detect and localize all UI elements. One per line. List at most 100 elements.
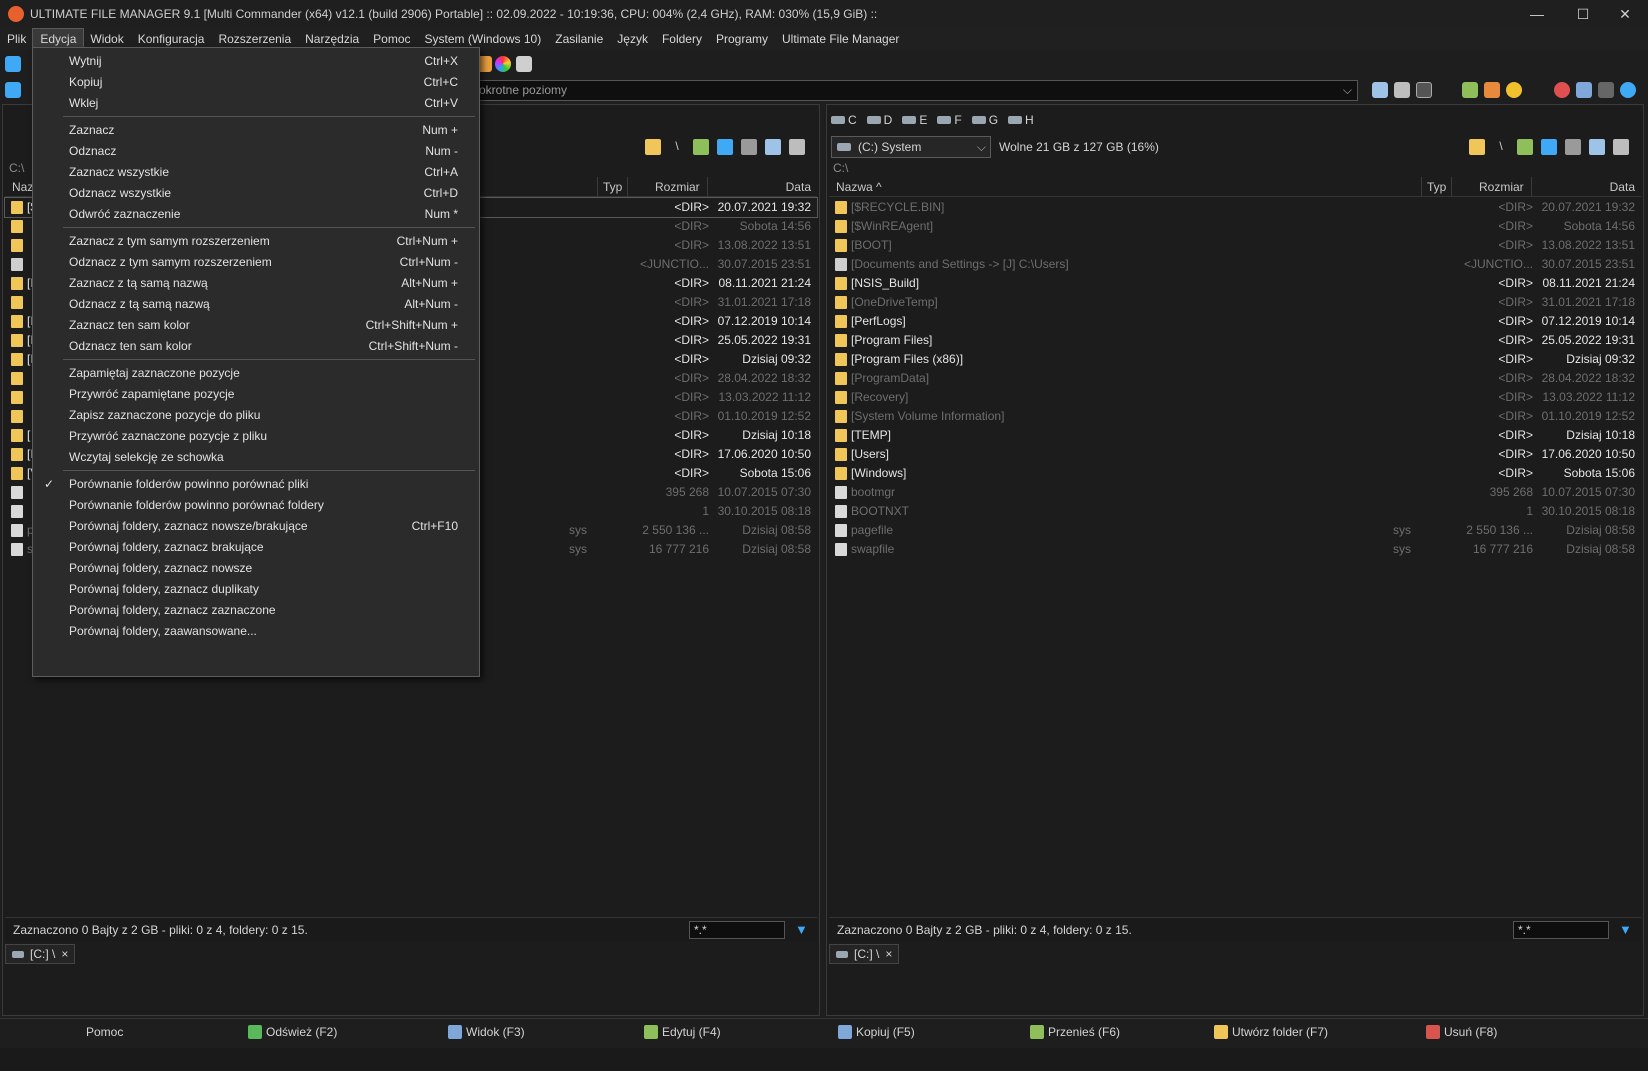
file-row[interactable]: [NSIS_Build] <DIR> 08.11.2021 21:24 xyxy=(829,274,1641,293)
col-size[interactable]: Rozmiar xyxy=(655,180,700,194)
fn-button-utworz-folder-f7[interactable]: Utwórz folder (F7) xyxy=(1214,1025,1328,1039)
menu-item-wklej[interactable]: Wklej Ctrl+V xyxy=(34,92,478,114)
menu-item-wczytaj-selekcje-ze-schowka[interactable]: Wczytaj selekcję ze schowka xyxy=(34,446,478,468)
file-row[interactable]: [Documents and Settings -> [J] C:\Users]… xyxy=(829,255,1641,274)
warning-icon[interactable] xyxy=(1506,82,1522,98)
col-name[interactable]: Nazwa ^ xyxy=(836,180,882,194)
menu-item-odwroc-zaznaczenie[interactable]: Odwróć zaznaczenie Num * xyxy=(34,203,478,225)
menu-zasilanie[interactable]: Zasilanie xyxy=(548,29,610,49)
menu-item-odznacz-z-tym-samym-rozszerzeniem[interactable]: Odznacz z tym samym rozszerzeniem Ctrl+Nu… xyxy=(34,251,478,273)
menu-item-zapisz-zaznaczone-pozycje-do-pliku[interactable]: Zapisz zaznaczone pozycje do pliku xyxy=(34,404,478,426)
menu-item-zaznacz[interactable]: Zaznacz Num + xyxy=(34,119,478,141)
filter-input[interactable]: *.* xyxy=(689,921,785,939)
up-folder-icon[interactable] xyxy=(693,139,709,155)
view-icon[interactable] xyxy=(1589,139,1605,155)
drive-button-d[interactable]: D xyxy=(866,113,892,127)
col-date[interactable]: Data xyxy=(1610,180,1635,194)
tab-c-drive[interactable]: [C:] \ × xyxy=(829,944,900,964)
refresh-icon[interactable] xyxy=(5,56,21,72)
users-icon[interactable] xyxy=(1576,82,1592,98)
menu-item-porownaj-foldery-zaznacz-zaznaczone[interactable]: Porównaj foldery, zaznacz zaznaczone xyxy=(34,599,478,621)
tools-icon[interactable] xyxy=(1565,139,1581,155)
file-row[interactable]: swapfile sys 16 777 216 Dzisiaj 08:58 xyxy=(829,540,1641,559)
drive-button-e[interactable]: E xyxy=(902,113,927,127)
sync-icon[interactable] xyxy=(1620,82,1636,98)
bookmark-icon[interactable] xyxy=(1613,139,1629,155)
close-icon[interactable]: × xyxy=(885,947,892,961)
menu-widok[interactable]: Widok xyxy=(83,29,130,49)
col-type[interactable]: Typ xyxy=(603,180,622,194)
menu-item-porownaj-foldery-zaznacz-brakujace[interactable]: Porównaj foldery, zaznacz brakujące xyxy=(34,536,478,558)
layout-icon[interactable] xyxy=(1372,82,1388,98)
menu-item-porownaj-foldery-zaznacz-nowsze-brakujace[interactable]: Porównaj foldery, zaznacz nowsze/brakują… xyxy=(34,515,478,537)
drive-select[interactable]: (C:) System ⌵ xyxy=(831,136,991,158)
menu-item-kopiuj[interactable]: Kopiuj Ctrl+C xyxy=(34,71,478,93)
filter-icon[interactable]: ▼ xyxy=(795,922,809,937)
menu-item-zaznacz-wszystkie[interactable]: Zaznacz wszystkie Ctrl+A xyxy=(34,161,478,183)
refresh-icon[interactable] xyxy=(1541,139,1557,155)
menu-rozszerzenia[interactable]: Rozszerzenia xyxy=(211,29,298,49)
pack-icon[interactable] xyxy=(1484,82,1500,98)
fn-button-pomoc[interactable]: Pomoc xyxy=(86,1025,123,1039)
menu-edycja[interactable]: Edycja xyxy=(32,28,85,50)
file-row[interactable]: [PerfLogs] <DIR> 07.12.2019 10:14 xyxy=(829,312,1641,331)
drive-button-h[interactable]: H xyxy=(1008,113,1034,127)
root-icon[interactable]: \ xyxy=(1493,139,1509,155)
menu-jezyk[interactable]: Język xyxy=(610,29,655,49)
menu-item-odznacz[interactable]: Odznacz Num - xyxy=(34,140,478,162)
menu-item-zaznacz-ten-sam-kolor[interactable]: Zaznacz ten sam kolor Ctrl+Shift+Num + xyxy=(34,314,478,336)
close-button[interactable]: ✕ xyxy=(1602,0,1648,28)
tab-c-drive[interactable]: [C:] \ × xyxy=(5,944,76,964)
menu-item-odznacz-z-ta-sama-nazwa[interactable]: Odznacz z tą samą nazwą Alt+Num - xyxy=(34,293,478,315)
file-row[interactable]: [Program Files (x86)] <DIR> Dzisiaj 09:32 xyxy=(829,350,1641,369)
edit-file-icon[interactable] xyxy=(1462,82,1478,98)
drive-button-g[interactable]: G xyxy=(971,113,998,127)
back-icon[interactable] xyxy=(5,82,21,98)
minimize-button[interactable]: — xyxy=(1514,0,1560,28)
menu-system-windows-10[interactable]: System (Windows 10) xyxy=(418,29,549,49)
tree-icon[interactable] xyxy=(1469,139,1485,155)
bookmark-icon[interactable] xyxy=(789,139,805,155)
menu-programy[interactable]: Programy xyxy=(709,29,775,49)
notepad-icon[interactable] xyxy=(1394,82,1410,98)
drive-button-c[interactable]: C xyxy=(831,113,857,127)
menu-foldery[interactable]: Foldery xyxy=(655,29,709,49)
col-name[interactable]: Naz xyxy=(12,180,33,194)
col-size[interactable]: Rozmiar xyxy=(1479,180,1524,194)
menu-item-zaznacz-z-ta-sama-nazwa[interactable]: Zaznacz z tą samą nazwą Alt+Num + xyxy=(34,272,478,294)
file-row[interactable]: [$WinREAgent] <DIR> Sobota 14:56 xyxy=(829,217,1641,236)
filter-icon[interactable]: ▼ xyxy=(1619,922,1633,937)
file-row[interactable]: [ProgramData] <DIR> 28.04.2022 18:32 xyxy=(829,369,1641,388)
menu-pomoc[interactable]: Pomoc xyxy=(366,29,417,49)
filter-input[interactable]: *.* xyxy=(1513,921,1609,939)
file-row[interactable]: [Windows] <DIR> Sobota 15:06 xyxy=(829,464,1641,483)
menu-item-wytnij[interactable]: Wytnij Ctrl+X xyxy=(34,50,478,72)
fn-button-widok-f3[interactable]: Widok (F3) xyxy=(448,1025,525,1039)
menu-ultimate-file-manager[interactable]: Ultimate File Manager xyxy=(775,29,906,49)
view-icon[interactable] xyxy=(765,139,781,155)
menu-item-porownanie-folderow-powinno-porownac-foldery[interactable]: Porównanie folderów powinno porównać fol… xyxy=(34,494,478,516)
tree-icon[interactable] xyxy=(645,139,661,155)
file-row[interactable]: [BOOT] <DIR> 13.08.2022 13:51 xyxy=(829,236,1641,255)
col-type[interactable]: Typ xyxy=(1427,180,1446,194)
color-icon[interactable] xyxy=(495,56,511,72)
menu-item-zapamietaj-zaznaczone-pozycje[interactable]: Zapamiętaj zaznaczone pozycje xyxy=(34,362,478,384)
fn-button-edytuj-f4[interactable]: Edytuj (F4) xyxy=(644,1025,721,1039)
file-row[interactable]: [System Volume Information] <DIR> 01.10.20… xyxy=(829,407,1641,426)
menu-item-porownaj-foldery-zaawansowane[interactable]: Porównaj foldery, zaawansowane... xyxy=(34,620,478,642)
menu-item-zaznacz-z-tym-samym-rozszerzeniem[interactable]: Zaznacz z tym samym rozszerzeniem Ctrl+Nu… xyxy=(34,230,478,252)
menu-item-przywroc-zaznaczone-pozycje-z-pliku[interactable]: Przywróć zaznaczone pozycje z pliku xyxy=(34,425,478,447)
tools-icon[interactable] xyxy=(741,139,757,155)
menu-item-porownaj-foldery-zaznacz-duplikaty[interactable]: Porównaj foldery, zaznacz duplikaty xyxy=(34,578,478,600)
file-row[interactable]: BOOTNXT 1 30.10.2015 08:18 xyxy=(829,502,1641,521)
network-icon[interactable] xyxy=(1598,82,1614,98)
menu-narzedzia[interactable]: Narzędzia xyxy=(298,29,366,49)
drive-button-f[interactable]: F xyxy=(937,113,962,127)
file-row[interactable]: [Program Files] <DIR> 25.05.2022 19:31 xyxy=(829,331,1641,350)
fn-button-przenies-f6[interactable]: Przenieś (F6) xyxy=(1030,1025,1120,1039)
menu-item-przywroc-zapamietane-pozycje[interactable]: Przywróć zapamiętane pozycje xyxy=(34,383,478,405)
file-row[interactable]: [Users] <DIR> 17.06.2020 10:50 xyxy=(829,445,1641,464)
menu-konfiguracja[interactable]: Konfiguracja xyxy=(131,29,212,49)
file-row[interactable]: [Recovery] <DIR> 13.03.2022 11:12 xyxy=(829,388,1641,407)
up-folder-icon[interactable] xyxy=(1517,139,1533,155)
